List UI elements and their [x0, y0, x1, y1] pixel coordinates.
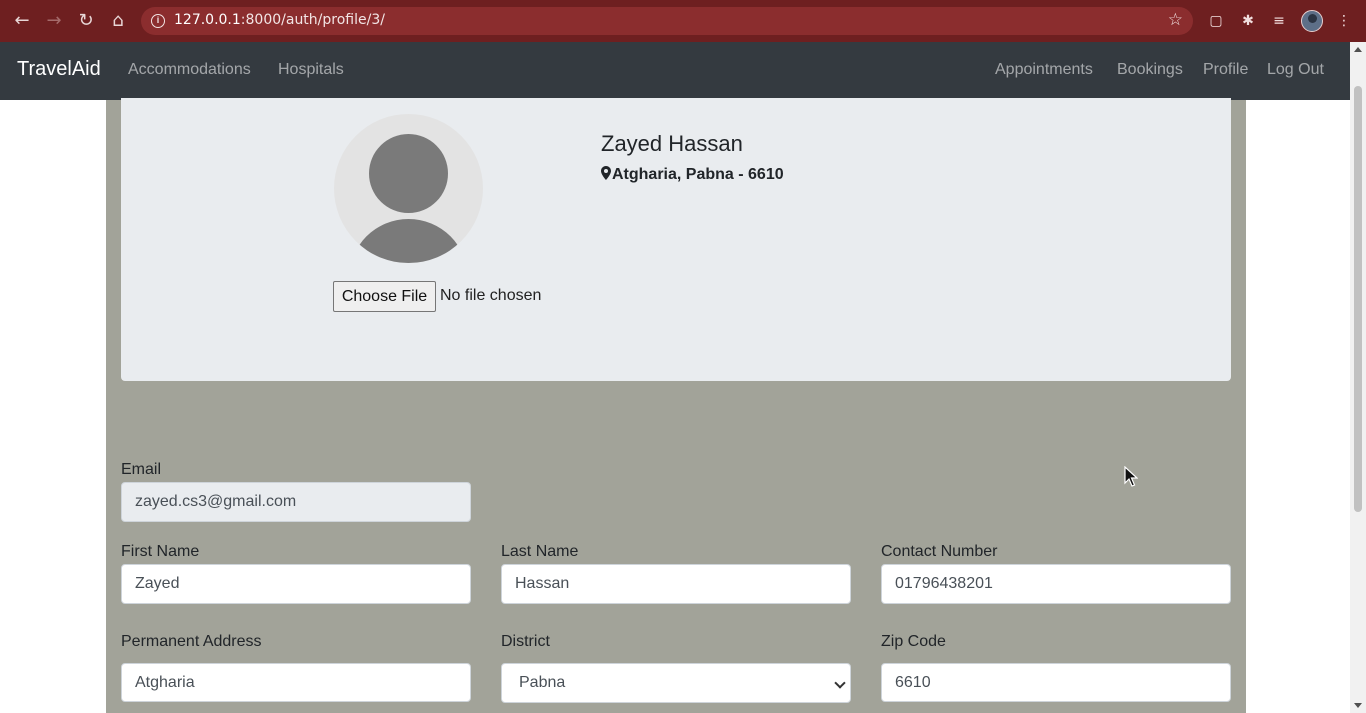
profile-container: Choose File No file chosen Zayed Hassan … — [106, 98, 1246, 713]
reload-icon[interactable]: ↻ — [74, 9, 98, 33]
contact-number-label: Contact Number — [881, 543, 998, 560]
info-icon[interactable]: i — [151, 14, 165, 28]
address-url[interactable]: 127.0.0.1:8000/auth/profile/3/ — [174, 12, 385, 28]
back-icon[interactable]: ← — [10, 9, 34, 33]
permanent-address-label: Permanent Address — [121, 633, 262, 650]
media-control-icon[interactable]: ≡ — [1269, 11, 1289, 31]
last-name-field[interactable]: Hassan — [501, 564, 851, 604]
district-selected-value: Pabna — [519, 674, 566, 691]
nav-appointments[interactable]: Appointments — [995, 61, 1093, 79]
nav-accommodations[interactable]: Accommodations — [128, 61, 251, 79]
forward-icon[interactable]: → — [42, 9, 66, 33]
zip-code-label: Zip Code — [881, 633, 946, 650]
chevron-down-icon — [834, 677, 846, 689]
nav-profile[interactable]: Profile — [1203, 61, 1248, 79]
profile-name: Zayed Hassan — [601, 131, 743, 156]
map-marker-icon — [601, 166, 611, 180]
profile-location: Atgharia, Pabna - 6610 — [601, 166, 784, 184]
nav-logout[interactable]: Log Out — [1267, 61, 1324, 79]
home-icon[interactable]: ⌂ — [106, 9, 130, 33]
email-field[interactable]: zayed.cs3@gmail.com — [121, 482, 471, 522]
page-viewport: TravelAid Accommodations Hospitals Appoi… — [0, 42, 1350, 713]
email-label: Email — [121, 461, 162, 478]
file-status-text: No file chosen — [440, 287, 542, 304]
url-path: :8000/auth/profile/3/ — [240, 12, 385, 28]
browser-toolbar: ← → ↻ ⌂ i 127.0.0.1:8000/auth/profile/3/… — [0, 0, 1366, 42]
mouse-cursor-icon — [1124, 466, 1138, 487]
profile-location-text: Atgharia, Pabna - 6610 — [612, 166, 784, 183]
menu-kebab-icon[interactable]: ⋮ — [1334, 11, 1354, 31]
brand-link[interactable]: TravelAid — [17, 58, 101, 81]
choose-file-button[interactable]: Choose File — [333, 281, 436, 312]
scroll-up-icon[interactable] — [1354, 47, 1362, 52]
bookmark-star-icon[interactable]: ☆ — [1168, 10, 1183, 30]
district-label: District — [501, 633, 550, 650]
district-select[interactable]: Pabna — [501, 663, 851, 703]
permanent-address-field[interactable]: Atgharia — [121, 663, 471, 702]
last-name-label: Last Name — [501, 543, 579, 560]
page-scrollbar[interactable] — [1350, 42, 1366, 713]
nav-hospitals[interactable]: Hospitals — [278, 61, 344, 79]
extensions-icon[interactable]: ✱ — [1238, 11, 1258, 31]
profile-header-card: Choose File No file chosen Zayed Hassan … — [121, 98, 1231, 381]
address-bar[interactable]: i 127.0.0.1:8000/auth/profile/3/ ☆ — [141, 7, 1193, 35]
scroll-down-icon[interactable] — [1354, 703, 1362, 708]
profile-avatar-icon[interactable] — [1301, 10, 1323, 32]
contact-number-field[interactable]: 01796438201 — [881, 564, 1231, 604]
scrollbar-thumb[interactable] — [1354, 86, 1362, 512]
nav-bookings[interactable]: Bookings — [1117, 61, 1183, 79]
navbar: TravelAid Accommodations Hospitals Appoi… — [0, 42, 1350, 100]
zip-code-field[interactable]: 6610 — [881, 663, 1231, 702]
reading-list-icon[interactable]: ▢ — [1206, 11, 1226, 31]
avatar-placeholder-icon — [334, 114, 483, 263]
first-name-field[interactable]: Zayed — [121, 564, 471, 604]
url-host: 127.0.0.1 — [174, 12, 241, 28]
first-name-label: First Name — [121, 543, 200, 560]
